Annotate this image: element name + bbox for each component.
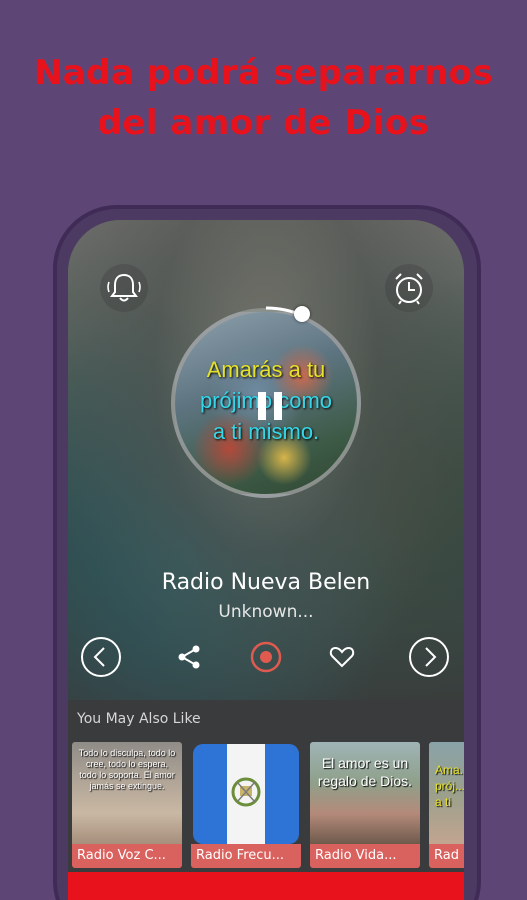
suggestion-card[interactable]: Ama... prój... a ti Rad <box>429 742 464 868</box>
card-caption: Todo lo disculpa, todo lo cree, todo lo … <box>78 748 176 791</box>
station-subtitle: Unknown... <box>218 602 314 622</box>
suggestion-card[interactable]: El amor es un regalo de Dios. Radio Vida… <box>310 742 420 868</box>
card-artwork <box>193 744 299 844</box>
app-screen: Amarás a tu prójimo como a ti mismo. Rad… <box>68 220 464 900</box>
suggestion-card[interactable]: Radio Frecu... <box>191 742 301 868</box>
card-label: Radio Frecu... <box>191 844 301 868</box>
share-icon[interactable] <box>168 636 210 678</box>
card-caption: Ama... prój... a ti <box>435 763 464 809</box>
bell-ring-icon[interactable] <box>100 264 148 312</box>
chevron-left-circle-icon[interactable] <box>80 636 122 678</box>
promo-line-2: del amor de Dios <box>97 103 430 143</box>
alarm-clock-icon[interactable] <box>385 264 433 312</box>
card-artwork: El amor es un regalo de Dios. <box>310 742 420 844</box>
record-icon[interactable] <box>245 636 287 678</box>
suggestion-card[interactable]: Todo lo disculpa, todo lo cree, todo lo … <box>72 742 182 868</box>
card-label: Radio Voz C... <box>72 844 182 868</box>
promo-headline: Nada podrá separarnos del amor de Dios <box>0 48 527 148</box>
station-name: Radio Nueva Belen <box>161 570 371 595</box>
card-label: Radio Vida... <box>310 844 420 868</box>
suggestions-section: You May Also Like Todo lo disculpa, todo… <box>68 700 464 900</box>
card-label: Rad <box>429 844 464 868</box>
card-caption: El amor es un regalo de Dios. <box>317 755 413 789</box>
progress-handle[interactable] <box>294 306 310 322</box>
card-artwork: Ama... prój... a ti <box>429 742 464 844</box>
card-artwork: Todo lo disculpa, todo lo cree, todo lo … <box>72 742 182 844</box>
bottom-banner[interactable] <box>68 872 464 900</box>
heart-icon[interactable] <box>321 636 363 678</box>
player-controls <box>68 636 464 678</box>
progress-arc <box>265 306 305 318</box>
chevron-right-circle-icon[interactable] <box>408 636 450 678</box>
promo-line-1: Nada podrá separarnos <box>33 53 494 93</box>
suggestions-title: You May Also Like <box>77 711 201 727</box>
flag-emblem-icon <box>231 777 261 807</box>
